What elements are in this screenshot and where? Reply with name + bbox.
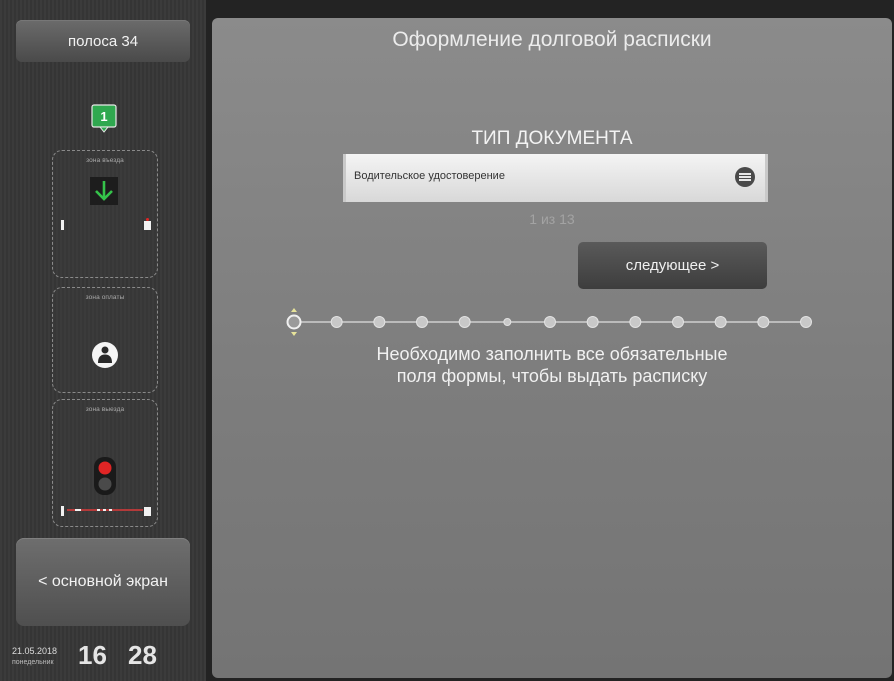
current-step-marker-icon <box>291 308 297 312</box>
screen: полоса 34 1 зона въезда зона оплаты зона… <box>0 0 894 681</box>
exit-barrier-icon <box>61 506 151 516</box>
next-button[interactable]: следующее > <box>578 242 767 289</box>
step-dot[interactable] <box>286 314 302 330</box>
entry-zone: зона въезда <box>52 150 158 278</box>
step-dot[interactable] <box>586 316 599 328</box>
form-hint-line-1: Необходимо заполнить все обязательные <box>376 344 728 364</box>
document-type-select[interactable]: Водительское удостоверение <box>343 154 768 202</box>
lane-badge-number: 1 <box>100 109 107 124</box>
home-screen-button[interactable]: < основной экран <box>16 538 190 626</box>
main-panel: Оформление долговой расписки ТИП ДОКУМЕН… <box>212 18 892 678</box>
document-type-value: Водительское удостоверение <box>354 170 505 182</box>
current-step-marker-icon <box>291 332 297 336</box>
clock-hours: 16 <box>78 640 107 670</box>
payment-zone-label: зона оплаты <box>85 294 125 301</box>
step-dot[interactable] <box>458 316 471 328</box>
lane-label: полоса 34 <box>67 32 139 50</box>
step-dot[interactable] <box>373 316 386 328</box>
form-hint: Необходимо заполнить все обязательные по… <box>212 343 892 387</box>
sidebar: полоса 34 1 зона въезда зона оплаты зона… <box>0 0 206 681</box>
form-hint-line-2: поля формы, чтобы выдать расписку <box>396 366 708 386</box>
clock-date: 21.05.2018 <box>12 646 58 656</box>
lane-number-badge-icon: 1 <box>91 104 117 133</box>
home-screen-button-label: < основной экран <box>38 573 168 590</box>
step-dot[interactable] <box>416 316 428 328</box>
person-in-circle-icon <box>92 342 118 368</box>
exit-zone: зона выезда <box>52 399 158 527</box>
clock-weekday: понедельник <box>12 659 54 666</box>
next-button-label: следующее > <box>625 257 720 274</box>
lane-button[interactable]: полоса 34 <box>16 20 190 62</box>
step-dot[interactable] <box>503 318 512 326</box>
traffic-light-icon <box>94 457 116 495</box>
green-down-arrow-icon <box>90 177 118 205</box>
menu-lines-icon[interactable] <box>735 167 755 187</box>
page-title: Оформление долговой расписки <box>392 28 712 51</box>
entry-zone-label: зона въезда <box>86 157 124 164</box>
step-dot[interactable] <box>800 316 812 328</box>
step-dot[interactable] <box>544 316 556 328</box>
step-dot[interactable] <box>672 316 684 328</box>
step-dot[interactable] <box>757 316 770 328</box>
document-type-label: ТИП ДОКУМЕНТА <box>471 128 633 149</box>
step-dot[interactable] <box>629 316 642 328</box>
clock-minutes: 28 <box>128 640 157 670</box>
exit-zone-label: зона выезда <box>85 406 125 413</box>
step-counter: 1 из 13 <box>529 211 575 227</box>
entry-barrier-icon <box>61 218 151 230</box>
step-dot[interactable] <box>714 316 727 328</box>
step-dot[interactable] <box>330 316 343 328</box>
step-progress-indicator <box>286 308 812 336</box>
payment-zone: зона оплаты <box>52 287 158 393</box>
